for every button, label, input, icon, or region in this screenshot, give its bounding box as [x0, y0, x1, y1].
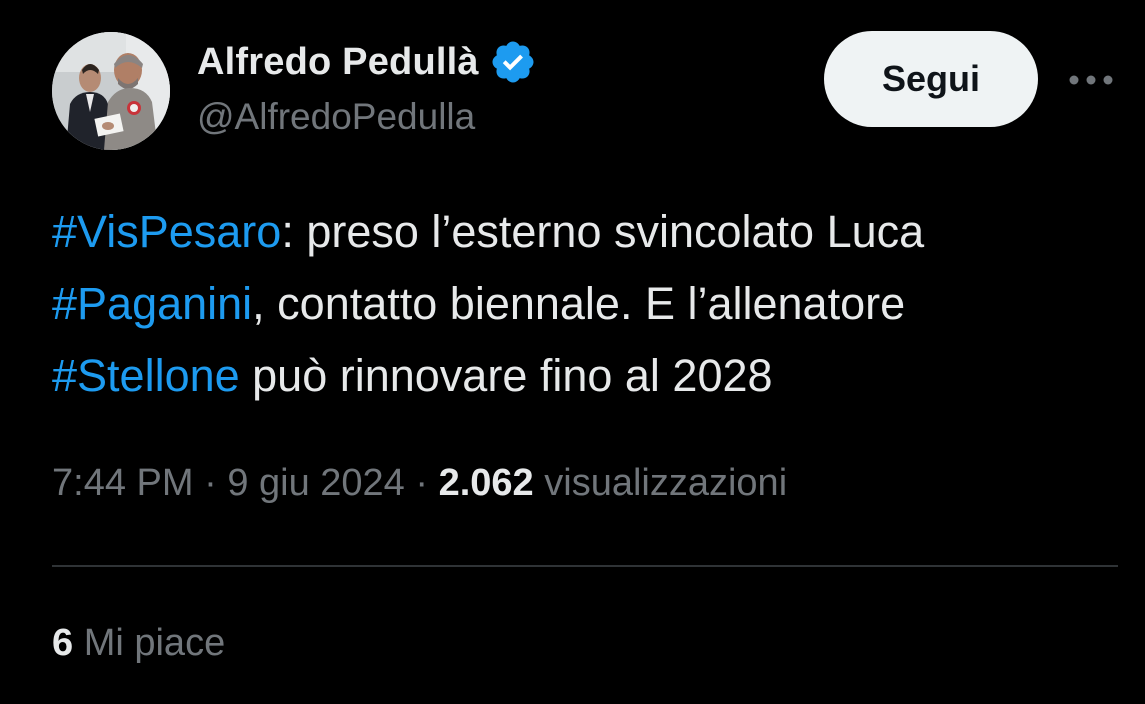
more-dots-icon[interactable] [1066, 60, 1116, 100]
views-count: 2.062 [438, 462, 534, 504]
tweet-time[interactable]: 7:44 PM [52, 462, 194, 504]
tweet-text-segment: può rinnovare fino al 2028 [239, 350, 773, 401]
avatar[interactable] [52, 32, 170, 150]
follow-button[interactable]: Segui [824, 31, 1038, 127]
views-label: visualizzazioni [544, 462, 788, 504]
tweet-text-segment: : preso l’esterno svincolato Luca [281, 206, 925, 257]
tweet-text: #VisPesaro: preso l’esterno svincolato L… [52, 196, 1112, 412]
avatar-photo-icon [52, 32, 170, 150]
meta-separator: · [404, 462, 439, 504]
verified-badge-icon[interactable] [489, 38, 537, 86]
author-block: Alfredo Pedullà @AlfredoPedulla [197, 36, 537, 138]
hashtag-link[interactable]: #VisPesaro [52, 206, 281, 257]
author-name-row: Alfredo Pedullà [197, 36, 537, 88]
hashtag-link[interactable]: #Paganini [52, 278, 252, 329]
tweet-date[interactable]: 9 giu 2024 [227, 462, 405, 504]
tweet-text-segment: , contatto biennale. E l’allenatore [252, 278, 906, 329]
likes-label: Mi piace [83, 622, 226, 664]
author-handle[interactable]: @AlfredoPedulla [197, 96, 537, 138]
meta-separator: · [193, 462, 228, 504]
tweet-card: Alfredo Pedullà @AlfredoPedulla Segui #V… [0, 0, 1145, 704]
author-display-name[interactable]: Alfredo Pedullà [197, 41, 479, 84]
tweet-meta: 7:44 PM · 9 giu 2024 · 2.062 visualizzaz… [52, 462, 787, 505]
likes-stat[interactable]: 6 Mi piace [52, 622, 225, 665]
likes-count: 6 [52, 622, 74, 664]
divider [52, 565, 1118, 567]
hashtag-link[interactable]: #Stellone [52, 350, 240, 401]
